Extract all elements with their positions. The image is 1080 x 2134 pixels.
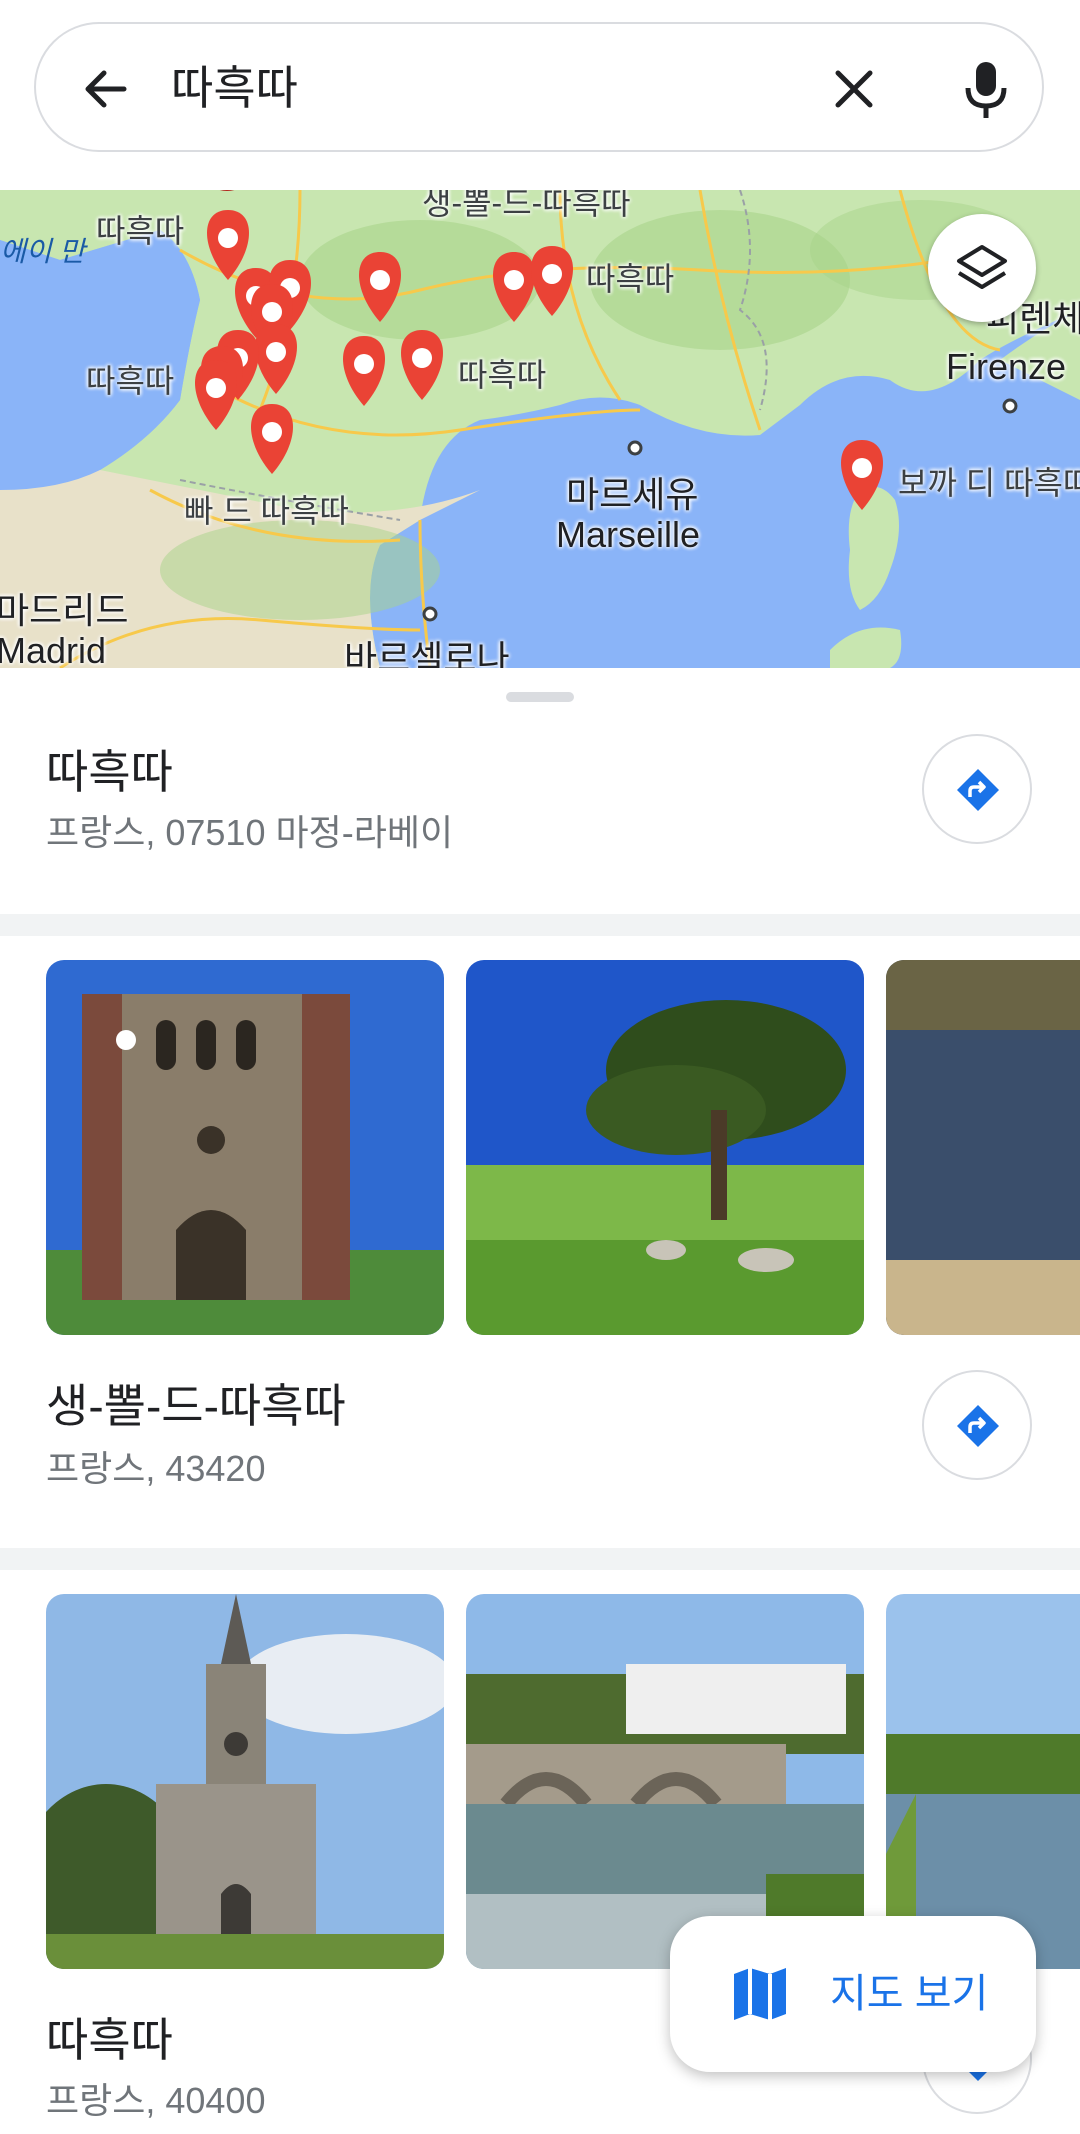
drag-handle[interactable] <box>506 692 574 702</box>
view-map-button[interactable]: 지도 보기 <box>670 1916 1036 2072</box>
microphone-icon[interactable] <box>956 56 1016 122</box>
search-bar[interactable]: 따흑따 <box>34 22 1044 152</box>
directions-button[interactable] <box>922 734 1032 844</box>
arrow-left-icon[interactable] <box>76 59 136 119</box>
place-photo[interactable] <box>886 1594 1080 1969</box>
map-label-city: 마드리드 <box>0 590 129 631</box>
section-divider <box>0 914 1080 936</box>
section-divider <box>0 1548 1080 1570</box>
place-photo[interactable] <box>466 1594 864 1969</box>
map-label-city: Firenze <box>946 346 1067 387</box>
directions-button[interactable] <box>922 1370 1032 1480</box>
result-title[interactable]: 따흑따 <box>46 2004 173 2070</box>
place-photo[interactable] <box>466 960 864 1335</box>
layers-button[interactable] <box>928 214 1036 322</box>
map-label-bay: 에이 만 <box>0 236 86 267</box>
result-title[interactable]: 따흑따 <box>46 736 173 802</box>
close-icon[interactable] <box>824 59 884 119</box>
map-label-place[interactable]: 빠 드 따흑따 <box>184 486 349 532</box>
result-address: 프랑스, 40400 <box>46 2080 266 2121</box>
result-title[interactable]: 생-뽈-드-따흑따 <box>46 1370 346 1436</box>
result-address: 프랑스, 43420 <box>46 1448 266 1489</box>
map-label-place[interactable]: 따흑따 <box>96 206 184 252</box>
map-label-place[interactable]: 따흑따 <box>86 356 174 402</box>
map-label-city: Madrid <box>0 630 107 668</box>
map-view[interactable]: 에이 만 따흑따 따흑따 따흑따 따흑따 생-뽈-드-따흑따 빠 드 따흑따 마… <box>0 190 1080 668</box>
map-label-city: 바르셀로나 <box>344 638 510 668</box>
map-label-city: 마르세유 <box>566 474 699 515</box>
place-photo[interactable] <box>886 960 1080 1335</box>
result-address: 프랑스, 07510 마정-라베이 <box>46 812 454 853</box>
map-label-place[interactable]: 따흑따 <box>586 254 674 300</box>
place-photo[interactable] <box>46 1594 444 1969</box>
map-label-place[interactable]: 따흑따 <box>458 350 546 396</box>
place-photo[interactable] <box>46 960 444 1335</box>
map-label-city: Marseille <box>556 514 701 555</box>
view-map-label: 지도 보기 <box>830 1972 989 2016</box>
search-query-text[interactable]: 따흑따 <box>171 58 298 118</box>
map-label-place[interactable]: 보까 디 따흑따 <box>898 458 1080 504</box>
map-label-place[interactable]: 생-뽈-드-따흑따 <box>422 190 631 224</box>
